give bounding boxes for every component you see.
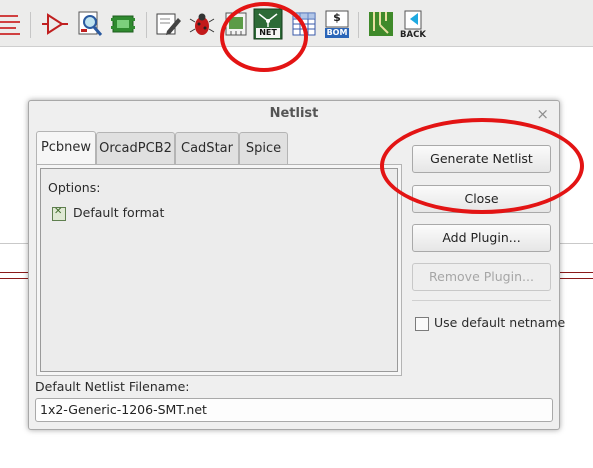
tab-panel: Options: Default format <box>36 164 402 376</box>
schematic-line <box>558 243 593 244</box>
schematic-wire <box>558 272 593 279</box>
bom-caption: BOM <box>326 28 348 37</box>
tab-pcbnew[interactable]: Pcbnew <box>36 131 96 165</box>
dollar-glyph: $ <box>333 11 341 24</box>
bom-icon[interactable]: $ BOM <box>322 9 352 39</box>
annotation-ring-generate <box>380 118 584 214</box>
options-label: Options: <box>48 180 101 195</box>
remove-plugin-button[interactable]: Remove Plugin... <box>412 263 551 291</box>
options-group: Options: Default format <box>40 168 398 372</box>
edit-pencil-icon[interactable] <box>153 9 183 39</box>
back-caption: BACK <box>400 30 426 40</box>
annotation-ring-toolbar <box>220 2 308 72</box>
annotate-icon[interactable] <box>40 9 70 39</box>
use-default-netname-label: Use default netname <box>434 315 566 330</box>
tab-spice[interactable]: Spice <box>239 132 288 164</box>
close-icon[interactable]: × <box>536 104 549 124</box>
back-button[interactable]: BACK <box>398 9 428 40</box>
bug-icon[interactable] <box>187 9 217 39</box>
toolbar-separator <box>146 12 147 38</box>
toolbar-separator <box>358 12 359 38</box>
default-format-checkbox[interactable] <box>52 206 66 221</box>
pcbnew-icon[interactable] <box>366 9 396 39</box>
partial-tool-icon[interactable] <box>0 9 22 39</box>
tab-orcadpcb2[interactable]: OrcadPCB2 <box>96 132 175 164</box>
toolbar-separator <box>30 12 31 38</box>
default-format-label: Default format <box>73 205 165 220</box>
schematic-wire <box>0 272 28 279</box>
footprint-icon[interactable] <box>108 9 138 39</box>
erc-check-icon[interactable] <box>75 9 105 39</box>
schematic-line <box>0 243 28 244</box>
add-plugin-button[interactable]: Add Plugin... <box>412 224 551 252</box>
use-default-netname-checkbox[interactable] <box>415 317 429 331</box>
divider <box>412 300 551 301</box>
tab-cadstar[interactable]: CadStar <box>175 132 239 164</box>
netlist-filename-field[interactable]: 1x2-Generic-1206-SMT.net <box>35 398 553 422</box>
filename-label: Default Netlist Filename: <box>35 379 190 394</box>
